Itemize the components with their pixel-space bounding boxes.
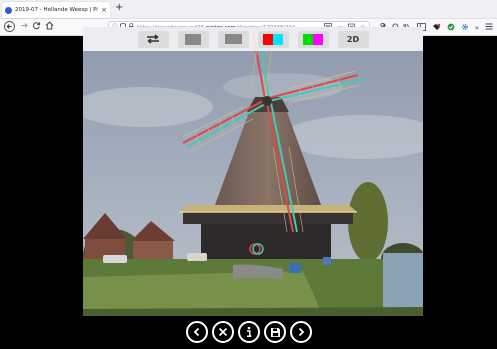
info-icon (247, 326, 252, 338)
extension-gear-icon[interactable] (461, 23, 469, 33)
red-cyan-anaglyph-icon (263, 33, 283, 45)
close-button[interactable] (212, 321, 234, 343)
home-icon[interactable] (43, 21, 55, 34)
swap-icon (147, 34, 159, 44)
hamburger-menu-icon[interactable] (485, 23, 493, 32)
green-magenta-anaglyph-button[interactable] (297, 30, 329, 48)
tab-title: 2019-07 - Hollande Weesp | Pie (15, 7, 99, 13)
next-button[interactable] (290, 321, 312, 343)
viewer-controls (186, 319, 320, 345)
swap-eyes-button[interactable] (137, 30, 169, 48)
previous-icon (193, 327, 200, 337)
previous-button[interactable] (186, 321, 208, 343)
new-tab-button[interactable]: + (115, 3, 123, 13)
stereo-mode-toolbar: 2D (83, 27, 423, 51)
vertical-interlace-icon (185, 33, 200, 45)
vertical-interlace-button[interactable] (177, 30, 209, 48)
extension-badge-icon[interactable] (432, 23, 441, 33)
red-cyan-anaglyph-button[interactable] (257, 30, 289, 48)
forward-icon[interactable] (18, 21, 30, 34)
tab-strip: 2019-07 - Hollande Weesp | Pie × + (0, 0, 497, 19)
save-button[interactable] (264, 321, 286, 343)
save-icon (270, 327, 280, 337)
next-icon (298, 327, 305, 337)
reload-icon[interactable] (30, 21, 42, 34)
close-icon (218, 327, 228, 337)
2d-mode-button[interactable]: 2D (337, 30, 369, 48)
horizontal-interlace-icon (224, 34, 242, 43)
browser-tab[interactable]: 2019-07 - Hollande Weesp | Pie × (2, 2, 110, 18)
info-button[interactable] (238, 321, 260, 343)
tab-close-button[interactable]: × (101, 6, 107, 14)
site-favicon-icon (5, 6, 12, 14)
anaglyph-photo (83, 27, 423, 316)
back-icon[interactable] (3, 21, 15, 34)
2d-label: 2D (346, 34, 360, 44)
horizontal-interlace-button[interactable] (217, 30, 249, 48)
extension-shield-icon[interactable] (447, 23, 455, 33)
overflow-menu-icon[interactable]: » (475, 24, 479, 32)
green-magenta-anaglyph-icon (303, 33, 323, 45)
